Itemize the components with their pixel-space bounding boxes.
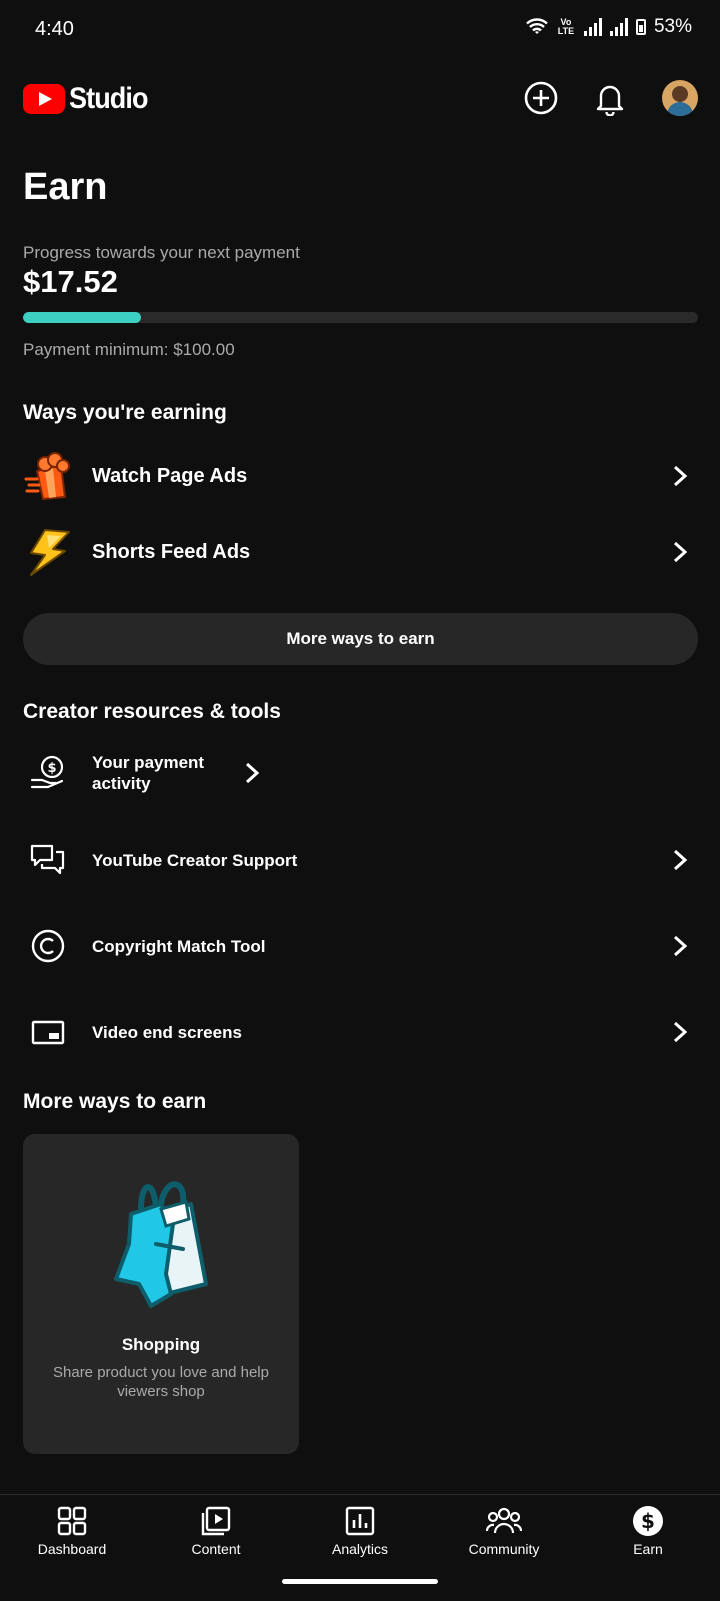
community-icon <box>486 1507 522 1534</box>
resource-item-payment-activity[interactable]: $ Your payment activity <box>23 748 698 798</box>
earning-item-shorts-feed-ads[interactable]: Shorts Feed Ads <box>23 524 698 580</box>
progress-amount: $17.52 <box>23 264 118 299</box>
page-title: Earn <box>23 166 108 208</box>
nav-community[interactable]: Community <box>432 1505 576 1557</box>
resource-item-label: Video end screens <box>92 1022 242 1042</box>
nav-label: Analytics <box>331 1541 389 1557</box>
nav-dashboard[interactable]: Dashboard <box>0 1505 144 1557</box>
analytics-icon <box>345 1506 375 1536</box>
dollar-icon: $ <box>633 1506 663 1536</box>
avatar[interactable] <box>662 80 698 116</box>
content-icon <box>201 1506 231 1536</box>
dashboard-icon <box>57 1506 87 1536</box>
earning-item-label: Shorts Feed Ads <box>92 540 251 563</box>
signal-icon <box>583 18 602 36</box>
resource-item-creator-support[interactable]: YouTube Creator Support <box>23 835 698 885</box>
resource-item-label: YouTube Creator Support <box>92 850 298 870</box>
chevron-right-icon <box>673 849 688 871</box>
popcorn-icon <box>24 452 70 501</box>
status-icons: Vo LTE 53% <box>526 16 692 38</box>
home-indicator[interactable] <box>282 1579 438 1584</box>
status-time: 4:40 <box>35 18 74 40</box>
earning-item-watch-page-ads[interactable]: Watch Page Ads <box>23 448 698 504</box>
youtube-play-icon <box>23 84 65 114</box>
volte-icon: Vo LTE <box>557 17 575 36</box>
more-ways-heading: More ways to earn <box>23 1090 207 1113</box>
nav-label: Content <box>191 1541 241 1557</box>
battery-icon <box>635 19 646 35</box>
ways-earning-heading: Ways you're earning <box>23 401 227 424</box>
shopping-card[interactable]: Shopping Share product you love and help… <box>23 1134 299 1454</box>
svg-text:$: $ <box>47 761 56 776</box>
shopping-bag-icon <box>114 1181 208 1308</box>
resource-item-copyright-match[interactable]: Copyright Match Tool <box>23 921 698 971</box>
nav-earn[interactable]: $ Earn <box>576 1505 720 1557</box>
end-screen-icon <box>31 1020 65 1045</box>
create-plus-icon[interactable] <box>523 80 559 116</box>
bottom-navigation: Dashboard Content Analytics Community $ <box>0 1494 720 1601</box>
resource-item-end-screens[interactable]: Video end screens <box>23 1007 698 1057</box>
resources-heading: Creator resources & tools <box>23 700 281 723</box>
app-name: Studio <box>69 82 148 115</box>
resource-item-label: Copyright Match Tool <box>92 936 266 956</box>
resource-item-label: Your payment activity <box>92 753 205 793</box>
nav-label: Dashboard <box>37 1541 107 1557</box>
youtube-studio-logo: Studio <box>23 82 156 116</box>
card-title: Shopping <box>121 1335 201 1354</box>
signal-icon <box>609 18 628 36</box>
chevron-right-icon <box>673 935 688 957</box>
payment-minimum: Payment minimum: $100.00 <box>23 340 235 359</box>
earning-item-label: Watch Page Ads <box>92 464 248 487</box>
chevron-right-icon <box>673 1021 688 1043</box>
progress-label: Progress towards your next payment <box>23 243 300 262</box>
nav-label: Community <box>468 1541 540 1557</box>
chat-bubbles-icon <box>30 844 65 875</box>
wifi-icon <box>526 18 548 34</box>
chevron-right-icon <box>245 762 260 784</box>
progress-fill <box>23 312 142 323</box>
chevron-right-icon <box>673 465 688 487</box>
nav-analytics[interactable]: Analytics <box>288 1505 432 1557</box>
payment-progress-bar <box>23 312 698 323</box>
nav-label: Earn <box>633 1541 663 1557</box>
battery-percent: 53% <box>653 16 692 37</box>
notifications-bell-icon[interactable] <box>592 80 628 116</box>
copyright-icon <box>31 929 65 963</box>
nav-content[interactable]: Content <box>144 1505 288 1557</box>
card-description: Share product you love and help viewers … <box>53 1364 269 1400</box>
chevron-right-icon <box>673 541 688 563</box>
svg-text:$: $ <box>641 1509 655 1533</box>
more-ways-to-earn-button[interactable]: More ways to earn <box>23 613 698 665</box>
payment-hand-icon: $ <box>30 755 64 789</box>
lightning-icon <box>30 529 70 576</box>
